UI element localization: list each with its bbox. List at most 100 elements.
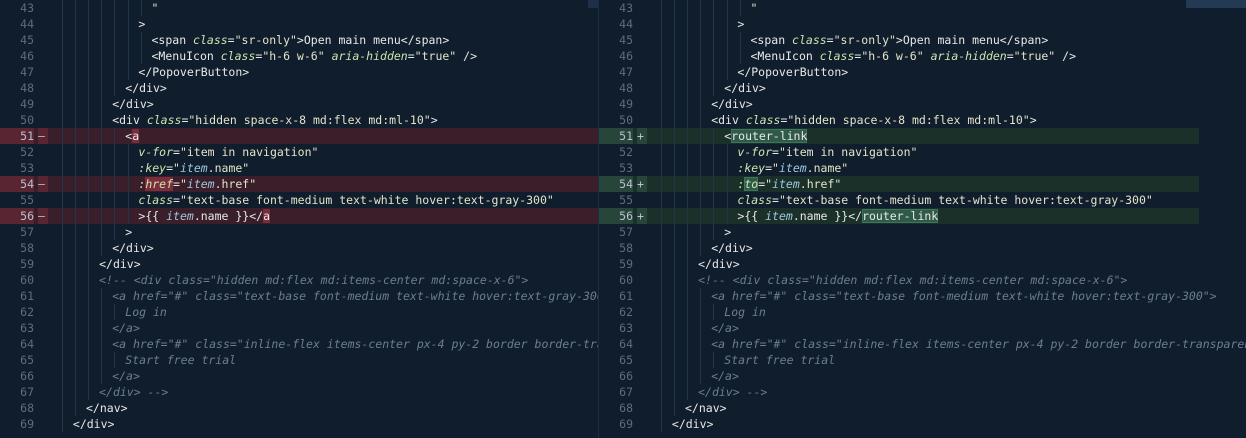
code-line[interactable]: 44 > [599, 16, 1246, 32]
code-text[interactable]: </a> [711, 320, 1246, 336]
code-line[interactable]: 50 <div class="hidden space-x-8 md:flex m… [599, 112, 1246, 128]
code-line[interactable]: 60 <!-- <div class="hidden md:flex md:ite… [599, 272, 1246, 288]
code-line[interactable]: 45 <span class="sr-only">Open main menu</… [599, 32, 1246, 48]
code-line[interactable]: 64 <a href="#" class="inline-flex items-c… [0, 336, 598, 352]
code-text[interactable]: Start free trial [724, 352, 1246, 368]
code-text[interactable]: <a href="#" class="text-base font-medium… [112, 288, 598, 304]
code-text[interactable]: </nav> [86, 400, 598, 416]
code-text[interactable]: </div> [672, 416, 1246, 432]
code-text[interactable]: </div> [711, 96, 1246, 112]
diff-editor[interactable]: 43 " 44 >45 <span class="sr-only">Open main … [0, 0, 1246, 438]
code-line[interactable]: 63 </a> [0, 320, 598, 336]
code-line[interactable]: 59 </div> [599, 256, 1246, 272]
code-text[interactable]: <!-- <div class="hidden md:flex md:items… [99, 272, 598, 288]
code-line[interactable]: 43 " [0, 0, 598, 16]
code-text[interactable]: <!-- <div class="hidden md:flex md:items… [698, 272, 1246, 288]
code-text[interactable]: <MenuIcon class="h-6 w-6" aria-hidden="t… [152, 48, 599, 64]
code-line[interactable]: 69 </div> [0, 416, 598, 432]
code-text[interactable]: <div class="hidden space-x-8 md:flex md:… [711, 112, 1246, 128]
code-text[interactable]: > [737, 16, 1246, 32]
code-text[interactable]: </a> [711, 368, 1246, 384]
code-line[interactable]: 47 </PopoverButton> [0, 64, 598, 80]
code-text[interactable]: </div> [724, 80, 1246, 96]
code-text[interactable]: </a> [112, 320, 598, 336]
code-line[interactable]: 53:key="item.name" [599, 160, 1246, 176]
code-text[interactable]: </div> [125, 80, 598, 96]
code-line[interactable]: 46 <MenuIcon class="h-6 w-6" aria-hidden=… [599, 48, 1246, 64]
code-text[interactable]: </div> [99, 256, 598, 272]
code-line[interactable]: 48 </div> [0, 80, 598, 96]
code-text[interactable]: <a [125, 128, 598, 144]
code-line[interactable]: 57 > [599, 224, 1246, 240]
code-text[interactable]: <div class="hidden space-x-8 md:flex md:… [112, 112, 598, 128]
code-text[interactable]: </div> [112, 240, 598, 256]
added-line[interactable]: 54 +:to="item.href" [599, 176, 1199, 192]
code-text[interactable]: > [138, 16, 598, 32]
code-text[interactable]: " [751, 0, 1246, 16]
code-text[interactable]: class="text-base font-medium text-white … [737, 192, 1246, 208]
code-text[interactable]: </div> --> [99, 384, 598, 400]
code-text[interactable]: </div> [711, 240, 1246, 256]
code-text[interactable]: :key="item.name" [138, 160, 598, 176]
code-line[interactable]: 68 </nav> [0, 400, 598, 416]
code-line[interactable]: 58 </div> [0, 240, 598, 256]
code-line[interactable]: 62 Log in [599, 304, 1246, 320]
code-line[interactable]: 61 <a href="#" class="text-base font-medi… [0, 288, 598, 304]
code-text[interactable]: </PopoverButton> [138, 64, 598, 80]
code-text[interactable]: <span class="sr-only">Open main menu</sp… [152, 32, 599, 48]
code-text[interactable]: </div> [112, 96, 598, 112]
code-text[interactable]: >{{ item.name }}</router-link [737, 208, 1199, 224]
code-line[interactable]: 48 </div> [599, 80, 1246, 96]
code-text[interactable]: </PopoverButton> [737, 64, 1246, 80]
code-line[interactable]: 46 <MenuIcon class="h-6 w-6" aria-hidden=… [0, 48, 598, 64]
code-line[interactable]: 66 </a> [599, 368, 1246, 384]
code-line[interactable]: 47 </PopoverButton> [599, 64, 1246, 80]
code-line[interactable]: 68 </nav> [599, 400, 1246, 416]
deleted-line[interactable]: 51— <a [0, 128, 598, 144]
code-text[interactable]: :to="item.href" [737, 176, 1199, 192]
code-text[interactable]: > [125, 224, 598, 240]
code-line[interactable]: 55 class="text-base font-medium text-whit… [0, 192, 598, 208]
code-line[interactable]: 62 Log in [0, 304, 598, 320]
code-line[interactable]: 66 </a> [0, 368, 598, 384]
code-line[interactable]: 67 </div> --> [0, 384, 598, 400]
code-text[interactable]: v-for="item in navigation" [138, 144, 598, 160]
code-line[interactable]: 49 </div> [0, 96, 598, 112]
code-text[interactable]: <MenuIcon class="h-6 w-6" aria-hidden="t… [751, 48, 1246, 64]
added-line[interactable]: 51 + <router-link [599, 128, 1199, 144]
code-text[interactable]: Start free trial [125, 352, 598, 368]
code-line[interactable]: 58 </div> [599, 240, 1246, 256]
deleted-line[interactable]: 56— >{{ item.name }}</a [0, 208, 598, 224]
code-text[interactable]: v-for="item in navigation" [737, 144, 1246, 160]
modified-pane[interactable]: 43 " 44 >45 <span class="sr-only">Open main … [598, 0, 1246, 438]
code-line[interactable]: 45 <span class="sr-only">Open main menu</… [0, 32, 598, 48]
code-text[interactable]: Log in [724, 304, 1246, 320]
code-line[interactable]: 63 </a> [599, 320, 1246, 336]
code-line[interactable]: 44 > [0, 16, 598, 32]
code-text[interactable]: <a href="#" class="inline-flex items-cen… [112, 336, 598, 352]
code-line[interactable]: 55 class="text-base font-medium text-whit… [599, 192, 1246, 208]
code-line[interactable]: 59 </div> [0, 256, 598, 272]
code-line[interactable]: 57 > [0, 224, 598, 240]
code-text[interactable]: <a href="#" class="inline-flex items-cen… [711, 336, 1246, 352]
code-text[interactable]: <router-link [724, 128, 1199, 144]
code-text[interactable]: class="text-base font-medium text-white … [138, 192, 598, 208]
code-text[interactable]: </a> [112, 368, 598, 384]
code-line[interactable]: 61 <a href="#" class="text-base font-medi… [599, 288, 1246, 304]
code-text[interactable]: </nav> [685, 400, 1246, 416]
code-line[interactable]: 65 Start free trial [0, 352, 598, 368]
code-line[interactable]: 50 <div class="hidden space-x-8 md:flex m… [0, 112, 598, 128]
code-line[interactable]: 65 Start free trial [599, 352, 1246, 368]
original-pane[interactable]: 43 " 44 >45 <span class="sr-only">Open main … [0, 0, 598, 438]
code-text[interactable]: <a href="#" class="text-base font-medium… [711, 288, 1246, 304]
code-text[interactable]: </div> --> [698, 384, 1246, 400]
code-line[interactable]: 67 </div> --> [599, 384, 1246, 400]
code-text[interactable]: <span class="sr-only">Open main menu</sp… [751, 32, 1246, 48]
code-text[interactable]: > [724, 224, 1246, 240]
code-line[interactable]: 43 " [599, 0, 1246, 16]
code-text[interactable]: Log in [125, 304, 598, 320]
code-text[interactable]: </div> [698, 256, 1246, 272]
code-line[interactable]: 60 <!-- <div class="hidden md:flex md:ite… [0, 272, 598, 288]
code-line[interactable]: 52 v-for="item in navigation" [0, 144, 598, 160]
added-line[interactable]: 56 + >{{ item.name }}</router-link [599, 208, 1199, 224]
